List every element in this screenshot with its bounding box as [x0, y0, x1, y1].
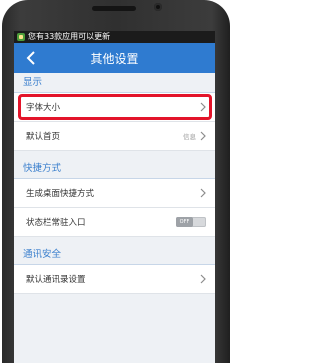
- phone-frame: 您有33款应用可以更新 其他设置 显示 字体大小 默认首页 信息 快捷方式 生成…: [2, 0, 230, 363]
- chevron-right-icon: [200, 188, 206, 198]
- setting-row-default-contacts[interactable]: 默认通讯录设置: [14, 265, 215, 294]
- status-bar: 您有33款应用可以更新: [14, 31, 215, 43]
- toggle-state-text: OFF: [176, 217, 193, 227]
- status-notification-text: 您有33款应用可以更新: [28, 32, 111, 41]
- setting-row-statusbar-entry: 状态栏常驻入口 OFF: [14, 208, 215, 237]
- setting-row-desktop-shortcut[interactable]: 生成桌面快捷方式: [14, 179, 215, 208]
- setting-label: 生成桌面快捷方式: [26, 189, 95, 199]
- front-camera: [154, 3, 162, 11]
- phone-screen: 您有33款应用可以更新 其他设置 显示 字体大小 默认首页 信息 快捷方式 生成…: [14, 31, 215, 363]
- chevron-right-icon: [200, 102, 206, 112]
- chevron-right-icon: [200, 274, 206, 284]
- section-gap: [14, 151, 215, 159]
- section-gap: [14, 237, 215, 245]
- back-button[interactable]: [19, 46, 43, 70]
- screenshot-scene: 您有33款应用可以更新 其他设置 显示 字体大小 默认首页 信息 快捷方式 生成…: [0, 0, 267, 363]
- speaker-grille: [92, 6, 136, 11]
- setting-value: 信息: [183, 133, 196, 141]
- app-update-icon: [17, 33, 25, 41]
- chevron-left-icon: [26, 51, 35, 65]
- setting-label: 状态栏常驻入口: [26, 218, 86, 228]
- statusbar-entry-toggle[interactable]: OFF: [176, 217, 206, 227]
- section-header-shortcuts: 快捷方式: [14, 159, 215, 179]
- title-bar: 其他设置: [14, 43, 215, 73]
- setting-label: 默认通讯录设置: [26, 275, 86, 285]
- section-header-display: 显示: [14, 73, 215, 93]
- section-header-comm-security: 通讯安全: [14, 245, 215, 265]
- chevron-right-icon: [200, 131, 206, 141]
- setting-row-font-size[interactable]: 字体大小: [14, 93, 215, 122]
- page-title: 其他设置: [90, 51, 139, 66]
- setting-label: 默认首页: [26, 132, 61, 142]
- setting-label: 字体大小: [26, 103, 61, 113]
- setting-row-default-home[interactable]: 默认首页 信息: [14, 122, 215, 151]
